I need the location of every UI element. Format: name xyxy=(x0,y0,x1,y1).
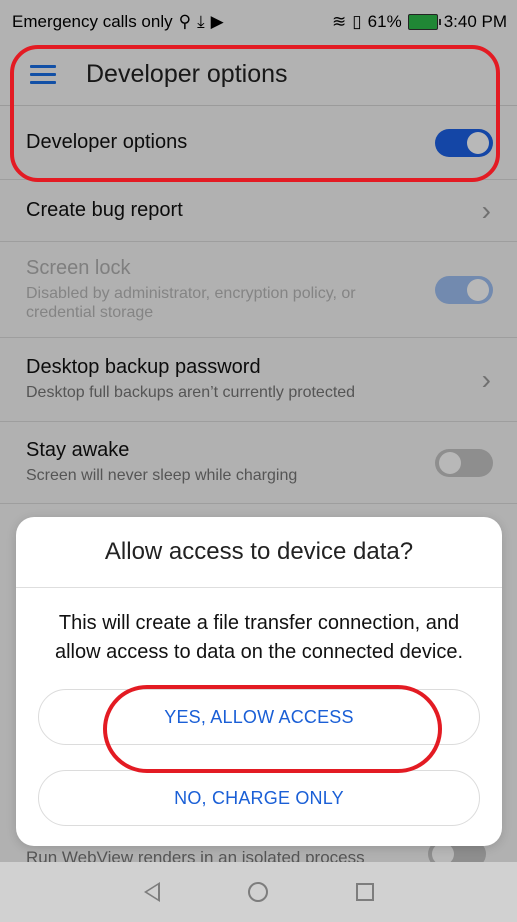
red-highlight-yes-button xyxy=(103,685,442,773)
allow-access-dialog: Allow access to device data? This will c… xyxy=(16,517,502,846)
red-highlight-developer-options xyxy=(10,45,500,182)
home-icon[interactable] xyxy=(247,882,268,902)
dialog-title: Allow access to device data? xyxy=(16,517,502,588)
recent-apps-icon[interactable] xyxy=(355,883,374,901)
device-screen: Emergency calls only ⚲ ⤓ ▶ ≋ ▯ 61% 3:40 … xyxy=(0,0,517,922)
back-icon[interactable] xyxy=(143,882,160,902)
dialog-message: This will create a file transfer connect… xyxy=(54,612,464,663)
no-charge-only-button[interactable]: NO, CHARGE ONLY xyxy=(38,770,480,826)
navigation-bar xyxy=(0,862,517,922)
